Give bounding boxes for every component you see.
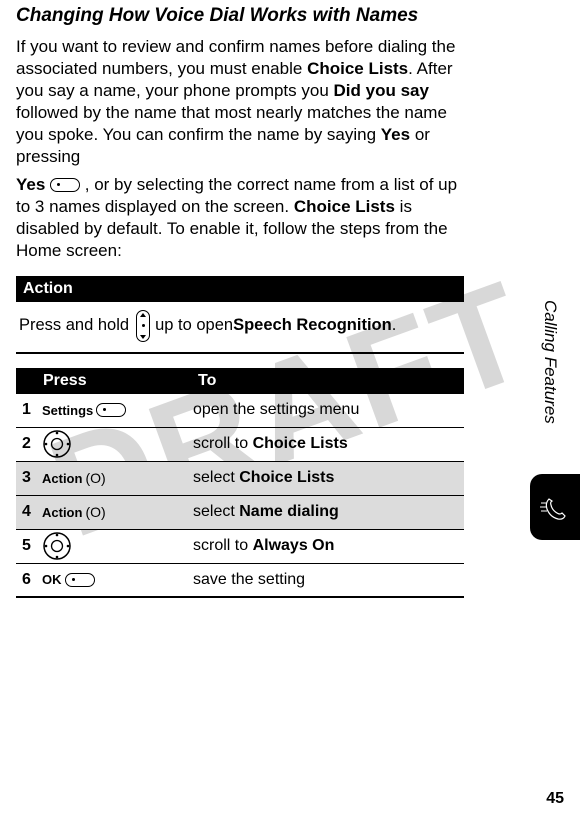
table-row: 1 Settings open the settings menu — [16, 394, 464, 428]
action-b: up to open — [155, 316, 233, 335]
step-to: select Choice Lists — [191, 465, 464, 491]
step-to: save the setting — [191, 567, 464, 593]
step-to: open the settings menu — [191, 397, 464, 423]
page-number: 45 — [546, 790, 564, 808]
p1-bold2: Did you say — [334, 81, 429, 100]
table-row: 2 scroll to Choice Lists — [16, 428, 464, 462]
nav-wheel-icon — [42, 531, 72, 561]
step-label: OK — [42, 572, 62, 587]
section-title: Changing How Voice Dial Works with Names — [16, 5, 464, 27]
step-to-bold: Choice Lists — [253, 435, 348, 452]
col-to-header: To — [191, 368, 464, 394]
step-num: 6 — [16, 571, 42, 589]
step-label: Action — [42, 471, 82, 486]
step-to-a: select — [193, 469, 239, 486]
table-header: Press To — [16, 368, 464, 394]
softkey-icon — [50, 178, 80, 192]
step-press: Settings — [42, 403, 191, 418]
step-num: 2 — [16, 435, 42, 453]
softkey-icon — [96, 403, 126, 417]
softkey-icon — [65, 573, 95, 587]
step-to-bold: Name dialing — [239, 503, 339, 520]
action-row: Press and hold up to open Speech Recogni… — [16, 302, 464, 354]
step-to-bold: Always On — [253, 537, 335, 554]
okey-icon: (O) — [85, 470, 105, 486]
voice-key-icon — [136, 310, 150, 342]
p1-bold3: Yes — [381, 125, 410, 144]
table-row: 6 OK save the setting — [16, 564, 464, 598]
step-press: Action (O) — [42, 504, 191, 520]
action-header: Action — [16, 276, 464, 302]
action-a: Press and hold — [19, 316, 129, 335]
step-to: select Name dialing — [191, 499, 464, 525]
okey-icon: (O) — [85, 504, 105, 520]
step-to: scroll to Always On — [191, 533, 464, 559]
action-c: . — [392, 316, 397, 335]
col-press-header: Press — [16, 368, 191, 394]
step-to-a: save the setting — [193, 571, 305, 588]
step-to-a: scroll to — [193, 537, 253, 554]
step-press — [42, 531, 191, 561]
step-to-a: select — [193, 503, 239, 520]
step-num: 3 — [16, 469, 42, 487]
step-to: scroll to Choice Lists — [191, 431, 464, 457]
step-press: OK — [42, 572, 191, 587]
side-chapter-label: Calling Features — [540, 300, 560, 424]
step-num: 4 — [16, 503, 42, 521]
step-press — [42, 429, 191, 459]
phone-badge-icon — [530, 474, 580, 540]
step-label: Settings — [42, 403, 93, 418]
nav-wheel-icon — [42, 429, 72, 459]
step-label: Action — [42, 505, 82, 520]
p2-bold2: Choice Lists — [294, 197, 395, 216]
step-num: 5 — [16, 537, 42, 555]
table-row: 4 Action (O) select Name dialing — [16, 496, 464, 530]
table-row: 5 scroll to Always On — [16, 530, 464, 564]
paragraph-1: If you want to review and confirm names … — [16, 36, 464, 169]
p2-bold1: Yes — [16, 175, 45, 194]
step-to-a: scroll to — [193, 435, 253, 452]
step-to-bold: Choice Lists — [239, 469, 334, 486]
table-row: 3 Action (O) select Choice Lists — [16, 462, 464, 496]
step-press: Action (O) — [42, 470, 191, 486]
step-num: 1 — [16, 401, 42, 419]
side-rail: Calling Features — [525, 300, 575, 540]
paragraph-2: Yes , or by selecting the correct name f… — [16, 174, 464, 262]
p1-bold1: Choice Lists — [307, 59, 408, 78]
action-bold: Speech Recognition — [233, 316, 392, 335]
step-to-a: open the settings menu — [193, 401, 359, 418]
